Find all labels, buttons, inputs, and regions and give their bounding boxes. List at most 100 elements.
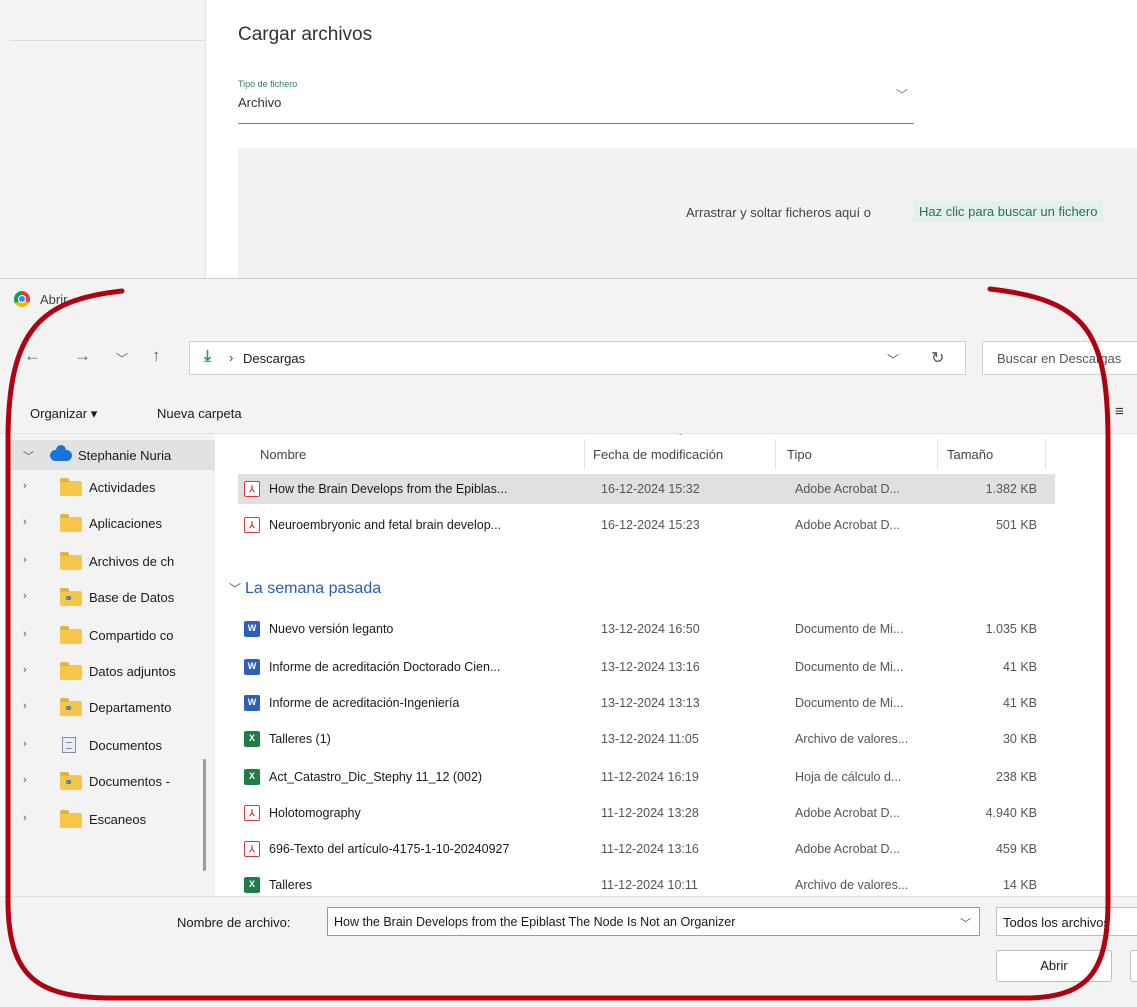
column-header-name[interactable]: Nombre (260, 447, 306, 462)
chevron-down-icon[interactable]: ﹀ (960, 915, 971, 931)
chevron-right-icon[interactable]: › (23, 516, 27, 528)
file-type: Hoja de cálculo d... (795, 770, 902, 784)
open-file-dialog: Abrir ← → ﹀ ↑ ⤓ › Descargas ﹀ ↻ Buscar e… (0, 278, 1137, 1007)
file-row[interactable]: W Informe de acreditación-Ingeniería 13-… (238, 688, 1055, 718)
chevron-down-icon[interactable]: ﹀ (896, 86, 908, 103)
file-row[interactable]: X Talleres 11-12-2024 10:11 Archivo de v… (238, 870, 1055, 896)
chevron-right-icon[interactable]: › (23, 774, 27, 786)
column-divider[interactable] (937, 439, 938, 469)
sidebar-item-documentos[interactable]: › Documentos (10, 730, 215, 760)
file-name: Neuroembryonic and fetal brain develop..… (269, 518, 502, 532)
sidebar-item-label: Datos adjuntos (89, 664, 176, 679)
file-row[interactable]: ⅄ How the Brain Develops from the Epibla… (238, 474, 1055, 504)
file-row[interactable]: ⅄ 696-Texto del artículo-4175-1-10-20240… (238, 834, 1055, 864)
folder-icon (60, 514, 82, 532)
file-row[interactable]: W Nuevo versión leganto 13-12-2024 16:50… (238, 614, 1055, 644)
column-header-size[interactable]: Tamaño (947, 447, 993, 462)
back-arrow-icon[interactable]: ← (24, 346, 41, 366)
chevron-right-icon[interactable]: › (23, 700, 27, 712)
sidebar-item-archivos[interactable]: › Archivos de ch (10, 546, 215, 576)
sidebar-item-base-de-datos[interactable]: › Base de Datos (10, 582, 215, 612)
file-row[interactable]: ⅄ Neuroembryonic and fetal brain develop… (238, 510, 1055, 540)
file-name: Talleres (269, 878, 313, 892)
web-page-background: Cargar archivos Tipo de fichero Archivo … (0, 0, 1137, 278)
filename-input[interactable]: How the Brain Develops from the Epiblast… (327, 907, 980, 936)
new-folder-button[interactable]: Nueva carpeta (157, 406, 242, 421)
recent-locations-chevron-icon[interactable]: ﹀ (116, 350, 128, 367)
shared-folder-icon (60, 772, 82, 790)
dialog-footer: Nombre de archivo: How the Brain Develop… (0, 896, 1137, 1007)
chevron-right-icon[interactable]: › (23, 480, 27, 492)
sidebar-item-datos-adjuntos[interactable]: › Datos adjuntos (10, 656, 215, 686)
browse-file-link[interactable]: Haz clic para buscar un fichero (913, 201, 1104, 222)
file-date: 11-12-2024 13:16 (601, 842, 699, 856)
search-box[interactable]: Buscar en Descargas (982, 341, 1137, 375)
chevron-right-icon[interactable]: › (23, 664, 27, 676)
sidebar-item-onedrive[interactable]: ﹀ Stephanie Nuria (10, 440, 215, 470)
file-date: 16-12-2024 15:23 (601, 518, 700, 532)
sidebar-item-actividades[interactable]: › Actividades (10, 472, 215, 502)
file-type-filter-value: Todos los archivos (1003, 915, 1110, 930)
pdf-icon: ⅄ (244, 805, 260, 821)
file-name: Holotomography (269, 806, 361, 820)
onedrive-cloud-icon (50, 445, 72, 461)
forward-arrow-icon[interactable]: → (74, 346, 91, 366)
chevron-right-icon[interactable]: › (23, 738, 27, 750)
pdf-icon: ⅄ (244, 841, 260, 857)
sidebar-item-escaneos[interactable]: › Escaneos (10, 804, 215, 834)
file-type-filter-select[interactable]: Todos los archivos (996, 907, 1137, 936)
file-name: Talleres (1) (269, 732, 331, 746)
column-divider[interactable] (775, 439, 776, 469)
file-size: 501 KB (995, 518, 1037, 532)
sidebar-scrollbar[interactable] (203, 759, 206, 871)
open-button[interactable]: Abrir (996, 950, 1112, 982)
file-row[interactable]: X Talleres (1) 13-12-2024 11:05 Archivo … (238, 724, 1055, 754)
file-type-select[interactable]: Archivo (238, 95, 281, 110)
search-placeholder: Buscar en Descargas (997, 351, 1122, 366)
file-type: Documento de Mi... (795, 622, 904, 636)
organize-menu-button[interactable]: Organizar ▾ (30, 406, 97, 422)
sidebar-item-compartido[interactable]: › Compartido co (10, 620, 215, 650)
chevron-down-icon[interactable]: ﹀ (229, 582, 241, 596)
file-size: 1.382 KB (985, 482, 1037, 496)
dialog-title: Abrir (40, 292, 68, 307)
cancel-button[interactable] (1130, 950, 1137, 982)
chevron-right-icon[interactable]: › (23, 812, 27, 824)
column-divider[interactable] (1045, 439, 1046, 469)
file-type: Documento de Mi... (795, 660, 904, 674)
group-header-last-week[interactable]: ﹀ La semana pasada (229, 580, 381, 598)
chevron-right-icon[interactable]: › (23, 628, 27, 640)
up-arrow-icon[interactable]: ↑ (152, 346, 161, 366)
excel-icon: X (244, 731, 260, 747)
chevron-right-icon[interactable]: › (23, 590, 27, 602)
refresh-icon[interactable]: ↻ (931, 348, 944, 368)
chrome-icon (14, 291, 30, 307)
folder-icon (60, 662, 82, 680)
column-header-type[interactable]: Tipo (787, 447, 812, 462)
address-history-chevron-icon[interactable]: ﹀ (887, 351, 899, 368)
file-size: 238 KB (995, 770, 1037, 784)
file-date: 13-12-2024 13:16 (601, 660, 700, 674)
file-row[interactable]: X Act_Catastro_Dic_Stephy 11_12 (002) 11… (238, 762, 1055, 792)
file-name: Informe de acreditación-Ingeniería (269, 696, 460, 710)
file-size: 41 KB (1002, 660, 1037, 674)
file-row[interactable]: W Informe de acreditación Doctorado Cien… (238, 652, 1055, 682)
address-bar[interactable]: ⤓ › Descargas ﹀ ↻ (189, 341, 966, 375)
file-date: 16-12-2024 15:32 (601, 482, 700, 496)
sidebar-item-departamento[interactable]: › Departamento (10, 692, 215, 722)
file-date: 11-12-2024 16:19 (601, 770, 699, 784)
sidebar-item-label: Escaneos (89, 812, 147, 827)
view-options-icon[interactable]: ≡ (1115, 403, 1124, 420)
file-date: 11-12-2024 10:11 (601, 878, 698, 892)
sidebar-item-aplicaciones[interactable]: › Aplicaciones (10, 508, 215, 538)
column-header-date[interactable]: Fecha de modificación (593, 447, 723, 462)
folder-icon (60, 810, 82, 828)
chevron-right-icon[interactable]: › (23, 554, 27, 566)
file-row[interactable]: ⅄ Holotomography 11-12-2024 13:28 Adobe … (238, 798, 1055, 828)
file-size: 459 KB (995, 842, 1037, 856)
sidebar-item-documentos-shared[interactable]: › Documentos - (10, 766, 215, 796)
chevron-down-icon[interactable]: ﹀ (23, 448, 34, 464)
breadcrumb-current-folder[interactable]: Descargas (243, 351, 305, 366)
column-divider[interactable] (584, 439, 585, 469)
sidebar-item-label: Aplicaciones (89, 516, 162, 531)
